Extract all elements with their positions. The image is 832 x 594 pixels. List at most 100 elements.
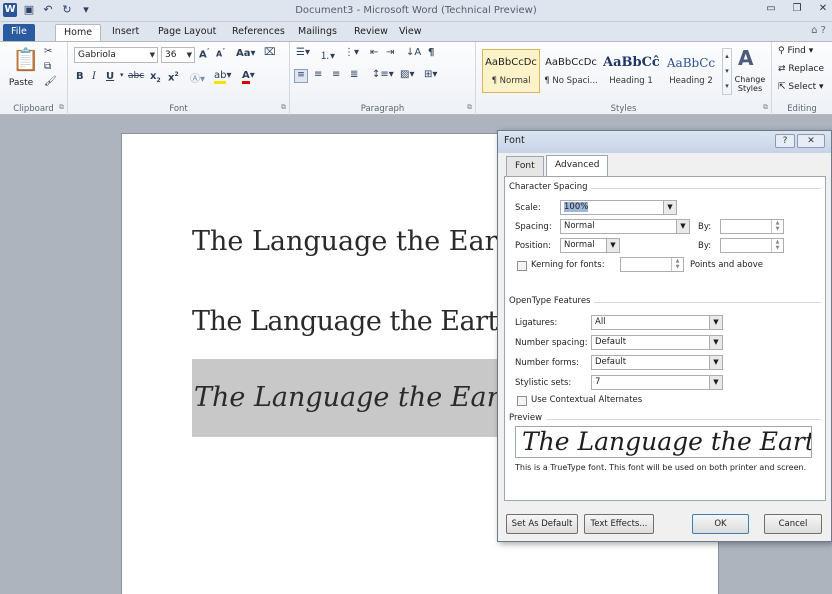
tab-mailings[interactable]: Mailings [290,24,345,41]
show-formatting-icon[interactable]: ¶ [428,47,434,58]
cut-icon[interactable]: ✂ [44,46,52,57]
kerning-checkbox[interactable] [517,261,527,271]
bullets-icon[interactable]: ☰▾ [296,47,310,58]
change-case-icon[interactable]: Aa▾ [236,48,256,59]
align-center-icon[interactable]: ≡ [314,69,322,80]
change-styles-button[interactable]: Change Styles [730,75,770,93]
shrink-font-icon[interactable]: A˅ [216,48,225,59]
help-icon[interactable]: ? [775,134,795,148]
underline-dropdown-icon[interactable]: ▾ [120,71,124,79]
copy-icon[interactable]: ⧉ [44,61,51,72]
tab-advanced[interactable]: Advanced [546,155,609,177]
highlight-color-icon[interactable]: ab▾ [214,70,232,84]
replace-button[interactable]: ⇄ Replace [778,64,824,74]
stylistic-sets-select[interactable]: 7 ▼ [591,375,723,390]
justify-icon[interactable]: ≣ [350,69,358,80]
preview-note: This is a TrueType font. This font will … [515,463,807,472]
clear-formatting-icon[interactable]: ⌧ [264,47,276,58]
close-icon[interactable]: ✕ [797,134,825,148]
font-name-combo[interactable]: Gabriola ▼ [74,47,158,63]
bold-icon[interactable]: B [76,71,84,82]
style-normal[interactable]: AaBbCcDc ¶ Normal [482,49,540,93]
text-effects-icon[interactable]: Ⓐ▾ [190,70,205,85]
align-right-icon[interactable]: ≡ [332,69,340,80]
sort-icon[interactable]: ↓A [406,47,421,58]
select-button[interactable]: ⇱ Select ▾ [778,82,824,92]
font-color-icon[interactable]: A▾ [242,70,255,84]
style-heading-2[interactable]: AaBbCc Heading 2 [662,49,720,93]
subscript-icon[interactable]: x2 [150,71,161,84]
tab-font[interactable]: Font [506,156,544,176]
ok-button[interactable]: OK [692,514,749,534]
paste-button[interactable]: Paste [6,78,36,88]
increase-indent-icon[interactable]: ⇥ [386,47,394,58]
tab-view[interactable]: View [391,24,430,41]
spacing-select[interactable]: Normal ▼ [560,219,690,234]
chevron-down-icon[interactable]: ▼ [187,48,192,62]
chevron-down-icon[interactable]: ▼ [709,356,722,369]
shading-icon[interactable]: ▨▾ [400,69,414,80]
paste-icon[interactable]: 📋 [12,48,39,73]
spacing-value: Normal [564,221,595,231]
minimize-icon[interactable]: ▭ [764,2,778,16]
help-icon[interactable]: ⌂ ? [811,25,826,36]
position-select[interactable]: Normal ▼ [560,238,620,253]
styles-group: AaBbCcDc ¶ Normal AaBbCcDc ¶ No Spaci...… [476,42,772,115]
style-heading-1[interactable]: AaBbCĉ Heading 1 [602,49,660,93]
tab-file[interactable]: File [3,24,35,41]
clipboard-launcher-icon[interactable]: ⧉ [59,103,64,112]
spinner-icon[interactable]: ▲ ▼ [771,239,783,252]
chevron-down-icon[interactable]: ▼ [709,336,722,349]
tab-review[interactable]: Review [346,24,396,41]
decrease-indent-icon[interactable]: ⇤ [370,47,378,58]
ribbon: 📋 Paste ✂ ⧉ 🖌 Clipboard ⧉ Gabriola ▼ 36 … [0,41,832,115]
multilevel-list-icon[interactable]: ⋮▾ [344,47,359,58]
chevron-down-icon[interactable]: ▼ [663,201,676,214]
find-button[interactable]: ⚲ Find ▾ [778,46,813,56]
numbering-icon[interactable]: ⒈▾ [320,47,335,62]
format-painter-icon[interactable]: 🖌 [44,76,57,87]
cancel-button[interactable]: Cancel [764,514,822,534]
chevron-down-icon[interactable]: ▼ [150,48,155,62]
position-by-input[interactable]: ▲ ▼ [720,238,784,253]
chevron-down-icon[interactable]: ▼ [709,376,722,389]
chevron-down-icon[interactable]: ▼ [709,316,722,329]
contextual-alternates-checkbox[interactable] [517,396,527,406]
superscript-icon[interactable]: x2 [168,71,179,83]
font-size-combo[interactable]: 36 ▼ [161,47,195,63]
number-forms-label: Number forms: [515,358,579,368]
ligatures-select[interactable]: All ▼ [591,315,723,330]
text-effects-button[interactable]: Text Effects... [584,514,654,534]
chevron-down-icon[interactable]: ▼ [676,220,689,233]
tab-home[interactable]: Home [55,24,102,41]
chevron-down-icon[interactable]: ▼ [606,239,619,252]
close-window-icon[interactable]: ✕ [816,2,830,16]
tab-references[interactable]: References [224,24,293,41]
tab-insert[interactable]: Insert [104,24,147,41]
kerning-points-input[interactable]: ▲ ▼ [620,257,684,272]
set-as-default-button[interactable]: Set As Default [506,514,578,534]
styles-launcher-icon[interactable]: ⧉ [763,103,768,112]
change-styles-icon[interactable]: A [738,46,753,70]
paragraph-launcher-icon[interactable]: ⧉ [467,103,472,112]
line-spacing-icon[interactable]: ↕≡▾ [372,69,394,80]
align-left-icon[interactable]: ≡ [294,69,308,83]
style-name: ¶ No Spaci... [544,76,598,86]
number-forms-select[interactable]: Default ▼ [591,355,723,370]
strikethrough-icon[interactable]: abc [128,71,144,81]
italic-icon[interactable]: I [92,71,96,82]
number-spacing-select[interactable]: Default ▼ [591,335,723,350]
tab-page-layout[interactable]: Page Layout [150,24,224,41]
spinner-icon[interactable]: ▲ ▼ [671,258,683,271]
font-launcher-icon[interactable]: ⧉ [281,103,286,112]
scale-select[interactable]: 100% ▼ [560,200,677,215]
spacing-by-input[interactable]: ▲ ▼ [720,219,784,234]
underline-icon[interactable]: U [106,71,114,82]
restore-icon[interactable]: ❐ [790,2,804,16]
font-group-label: Font [169,104,188,114]
spinner-icon[interactable]: ▲ ▼ [771,220,783,233]
borders-icon[interactable]: ⊞▾ [424,69,437,80]
grow-font-icon[interactable]: A˄ [199,48,210,60]
style-no-spacing[interactable]: AaBbCcDc ¶ No Spaci... [542,49,600,93]
style-name: Heading 1 [609,76,653,86]
